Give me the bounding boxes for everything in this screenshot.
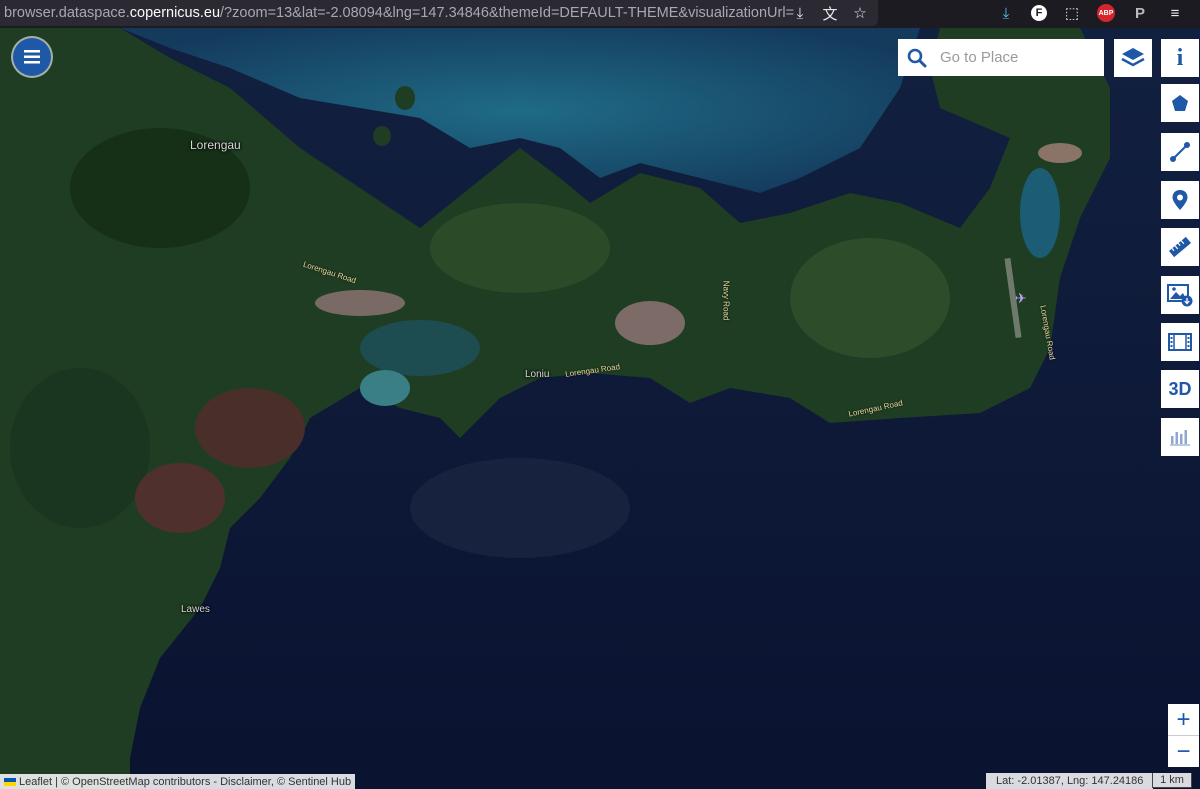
app-menu-icon[interactable]: ≡	[1165, 3, 1185, 23]
download-image-button[interactable]	[1161, 276, 1199, 314]
place-marker-button[interactable]	[1161, 181, 1199, 219]
line-icon	[1170, 142, 1190, 162]
go-to-place-search[interactable]	[898, 39, 1104, 76]
info-button[interactable]: i	[1161, 39, 1199, 77]
bookmark-star-icon[interactable]: ☆	[850, 3, 870, 23]
satellite-map[interactable]: Lorengau Loniu Lawes Lorengau Road Loren…	[0, 28, 1200, 789]
attribution-text[interactable]: Leaflet | © OpenStreetMap contributors -…	[19, 776, 351, 788]
ruler-icon	[1169, 236, 1191, 258]
search-icon	[902, 48, 932, 68]
airport-icon: ✈	[1015, 290, 1027, 306]
place-label-loniu: Loniu	[525, 369, 550, 380]
adblock-icon[interactable]: ABP	[1097, 4, 1115, 22]
translate-icon[interactable]: 文	[820, 3, 840, 23]
hamburger-icon	[24, 50, 40, 64]
extension-p-icon[interactable]: P	[1130, 3, 1150, 23]
film-icon	[1168, 333, 1192, 351]
satellite-imagery	[0, 28, 1200, 789]
draw-polygon-button[interactable]	[1161, 84, 1199, 122]
extension-puzzle-icon[interactable]: ⬚	[1062, 3, 1082, 23]
3d-label: 3D	[1168, 378, 1192, 399]
search-input[interactable]	[938, 48, 1102, 67]
info-icon: i	[1176, 44, 1184, 71]
extension-f-icon[interactable]: F	[1031, 5, 1047, 21]
download-icon[interactable]: ⤓	[996, 3, 1016, 23]
pentagon-icon	[1172, 95, 1188, 111]
map-pin-icon	[1172, 190, 1188, 210]
url-field[interactable]: browser.dataspace.copernicus.eu/?zoom=13…	[0, 0, 878, 26]
ukraine-flag-icon	[4, 777, 16, 786]
scale-bar: 1 km	[1152, 773, 1192, 788]
install-app-icon[interactable]: ⤓	[790, 3, 810, 23]
road-label-navy-road: Navy Road	[721, 280, 731, 321]
url-text[interactable]: browser.dataspace.copernicus.eu/?zoom=13…	[0, 5, 794, 21]
zoom-in-button[interactable]: +	[1168, 704, 1199, 735]
zoom-out-button[interactable]: −	[1168, 735, 1199, 767]
attribution-bar: Leaflet | © OpenStreetMap contributors -…	[0, 774, 356, 789]
place-label-lawes: Lawes	[181, 604, 210, 615]
main-menu-button[interactable]	[13, 38, 51, 76]
layers-button[interactable]	[1114, 39, 1152, 77]
layers-icon	[1121, 48, 1145, 67]
image-download-icon	[1167, 284, 1193, 307]
draw-line-button[interactable]	[1161, 133, 1199, 171]
timelapse-button[interactable]	[1161, 323, 1199, 361]
measure-button[interactable]	[1161, 228, 1199, 266]
bar-chart-icon	[1170, 430, 1190, 446]
statistics-button[interactable]	[1161, 418, 1199, 456]
browser-toolbar: browser.dataspace.copernicus.eu/?zoom=13…	[0, 0, 1200, 28]
coordinates-readout: Lat: -2.01387, Lng: 147.24186	[986, 773, 1154, 789]
3d-view-button[interactable]: 3D	[1161, 370, 1199, 408]
place-label-lorengau: Lorengau	[190, 138, 241, 152]
